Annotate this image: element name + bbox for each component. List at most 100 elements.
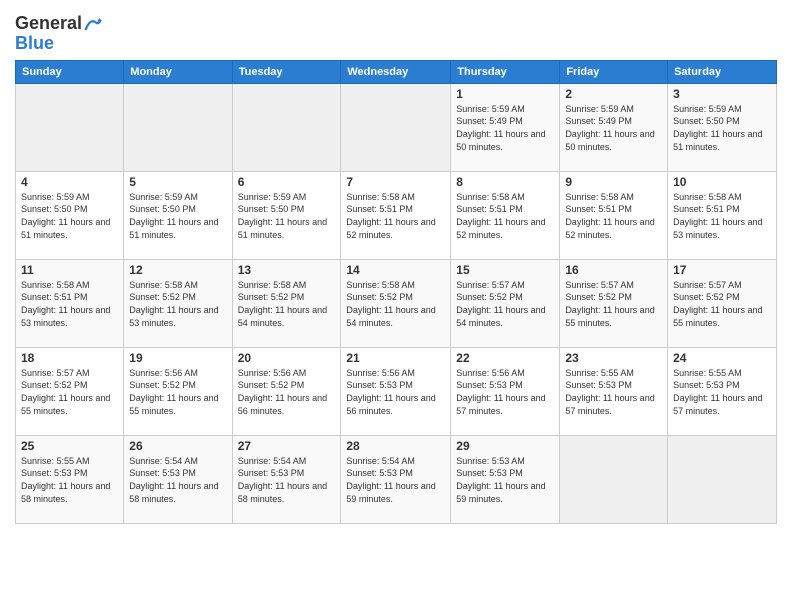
calendar-cell: 12 Sunrise: 5:58 AMSunset: 5:52 PMDayligh… <box>124 259 232 347</box>
calendar-header-wednesday: Wednesday <box>341 60 451 83</box>
calendar-cell: 7 Sunrise: 5:58 AMSunset: 5:51 PMDaylight… <box>341 171 451 259</box>
day-number: 8 <box>456 175 554 189</box>
day-number: 6 <box>238 175 336 189</box>
day-info: Sunrise: 5:59 AMSunset: 5:49 PMDaylight:… <box>456 103 554 153</box>
day-info: Sunrise: 5:55 AMSunset: 5:53 PMDaylight:… <box>565 367 662 417</box>
day-number: 14 <box>346 263 445 277</box>
calendar-cell: 20 Sunrise: 5:56 AMSunset: 5:52 PMDayligh… <box>232 347 341 435</box>
day-number: 27 <box>238 439 336 453</box>
calendar-cell: 27 Sunrise: 5:54 AMSunset: 5:53 PMDayligh… <box>232 435 341 523</box>
day-number: 3 <box>673 87 771 101</box>
day-info: Sunrise: 5:58 AMSunset: 5:51 PMDaylight:… <box>346 191 445 241</box>
day-info: Sunrise: 5:56 AMSunset: 5:52 PMDaylight:… <box>129 367 226 417</box>
day-info: Sunrise: 5:59 AMSunset: 5:50 PMDaylight:… <box>21 191 118 241</box>
day-info: Sunrise: 5:54 AMSunset: 5:53 PMDaylight:… <box>238 455 336 505</box>
day-info: Sunrise: 5:58 AMSunset: 5:51 PMDaylight:… <box>21 279 118 329</box>
calendar-header-friday: Friday <box>560 60 668 83</box>
logo-icon <box>84 15 102 33</box>
header: General Blue <box>15 10 777 54</box>
day-info: Sunrise: 5:53 AMSunset: 5:53 PMDaylight:… <box>456 455 554 505</box>
day-number: 24 <box>673 351 771 365</box>
logo: General Blue <box>15 14 102 54</box>
day-number: 12 <box>129 263 226 277</box>
calendar-cell: 3Sunrise: 5:59 AMSunset: 5:50 PMDaylight… <box>668 83 777 171</box>
day-info: Sunrise: 5:58 AMSunset: 5:51 PMDaylight:… <box>673 191 771 241</box>
day-info: Sunrise: 5:58 AMSunset: 5:51 PMDaylight:… <box>456 191 554 241</box>
day-number: 18 <box>21 351 118 365</box>
calendar-header-row: SundayMondayTuesdayWednesdayThursdayFrid… <box>16 60 777 83</box>
calendar-cell: 25Sunrise: 5:55 AMSunset: 5:53 PMDayligh… <box>16 435 124 523</box>
calendar-week-0: 1 Sunrise: 5:59 AMSunset: 5:49 PMDaylight… <box>16 83 777 171</box>
logo-text-general: General <box>15 14 82 34</box>
calendar-week-4: 25Sunrise: 5:55 AMSunset: 5:53 PMDayligh… <box>16 435 777 523</box>
calendar-cell: 16 Sunrise: 5:57 AMSunset: 5:52 PMDayligh… <box>560 259 668 347</box>
day-number: 21 <box>346 351 445 365</box>
day-info: Sunrise: 5:54 AMSunset: 5:53 PMDaylight:… <box>129 455 226 505</box>
day-info: Sunrise: 5:56 AMSunset: 5:53 PMDaylight:… <box>346 367 445 417</box>
calendar-cell <box>341 83 451 171</box>
day-number: 22 <box>456 351 554 365</box>
day-number: 10 <box>673 175 771 189</box>
day-info: Sunrise: 5:58 AMSunset: 5:51 PMDaylight:… <box>565 191 662 241</box>
calendar-cell: 24Sunrise: 5:55 AMSunset: 5:53 PMDayligh… <box>668 347 777 435</box>
calendar-cell: 21 Sunrise: 5:56 AMSunset: 5:53 PMDayligh… <box>341 347 451 435</box>
day-info: Sunrise: 5:56 AMSunset: 5:52 PMDaylight:… <box>238 367 336 417</box>
day-number: 16 <box>565 263 662 277</box>
day-info: Sunrise: 5:58 AMSunset: 5:52 PMDaylight:… <box>346 279 445 329</box>
calendar-week-2: 11 Sunrise: 5:58 AMSunset: 5:51 PMDayligh… <box>16 259 777 347</box>
day-number: 4 <box>21 175 118 189</box>
calendar-cell: 1 Sunrise: 5:59 AMSunset: 5:49 PMDaylight… <box>451 83 560 171</box>
calendar-cell: 18 Sunrise: 5:57 AMSunset: 5:52 PMDayligh… <box>16 347 124 435</box>
calendar-cell <box>124 83 232 171</box>
day-number: 15 <box>456 263 554 277</box>
calendar-week-1: 4 Sunrise: 5:59 AMSunset: 5:50 PMDaylight… <box>16 171 777 259</box>
day-info: Sunrise: 5:59 AMSunset: 5:50 PMDaylight:… <box>129 191 226 241</box>
day-number: 11 <box>21 263 118 277</box>
calendar-cell: 17 Sunrise: 5:57 AMSunset: 5:52 PMDayligh… <box>668 259 777 347</box>
day-number: 9 <box>565 175 662 189</box>
calendar-header-saturday: Saturday <box>668 60 777 83</box>
day-info: Sunrise: 5:56 AMSunset: 5:53 PMDaylight:… <box>456 367 554 417</box>
day-info: Sunrise: 5:57 AMSunset: 5:52 PMDaylight:… <box>21 367 118 417</box>
day-info: Sunrise: 5:58 AMSunset: 5:52 PMDaylight:… <box>238 279 336 329</box>
calendar-cell: 5 Sunrise: 5:59 AMSunset: 5:50 PMDaylight… <box>124 171 232 259</box>
day-info: Sunrise: 5:57 AMSunset: 5:52 PMDaylight:… <box>565 279 662 329</box>
day-info: Sunrise: 5:54 AMSunset: 5:53 PMDaylight:… <box>346 455 445 505</box>
page: General Blue SundayMondayTuesdayWednesda… <box>0 0 792 612</box>
calendar-cell: 11 Sunrise: 5:58 AMSunset: 5:51 PMDayligh… <box>16 259 124 347</box>
calendar-header-tuesday: Tuesday <box>232 60 341 83</box>
day-number: 29 <box>456 439 554 453</box>
calendar-header-sunday: Sunday <box>16 60 124 83</box>
day-number: 28 <box>346 439 445 453</box>
calendar-week-3: 18 Sunrise: 5:57 AMSunset: 5:52 PMDayligh… <box>16 347 777 435</box>
calendar-cell: 15 Sunrise: 5:57 AMSunset: 5:52 PMDayligh… <box>451 259 560 347</box>
day-info: Sunrise: 5:59 AMSunset: 5:49 PMDaylight:… <box>565 103 662 153</box>
day-info: Sunrise: 5:58 AMSunset: 5:52 PMDaylight:… <box>129 279 226 329</box>
day-number: 19 <box>129 351 226 365</box>
day-number: 7 <box>346 175 445 189</box>
calendar-cell: 23 Sunrise: 5:55 AMSunset: 5:53 PMDayligh… <box>560 347 668 435</box>
day-number: 13 <box>238 263 336 277</box>
calendar-cell: 26Sunrise: 5:54 AMSunset: 5:53 PMDayligh… <box>124 435 232 523</box>
day-info: Sunrise: 5:57 AMSunset: 5:52 PMDaylight:… <box>456 279 554 329</box>
calendar-cell: 13 Sunrise: 5:58 AMSunset: 5:52 PMDayligh… <box>232 259 341 347</box>
calendar-cell <box>16 83 124 171</box>
calendar-cell: 28 Sunrise: 5:54 AMSunset: 5:53 PMDayligh… <box>341 435 451 523</box>
calendar-header-monday: Monday <box>124 60 232 83</box>
calendar-cell: 2 Sunrise: 5:59 AMSunset: 5:49 PMDaylight… <box>560 83 668 171</box>
calendar-cell <box>668 435 777 523</box>
calendar-cell: 19 Sunrise: 5:56 AMSunset: 5:52 PMDayligh… <box>124 347 232 435</box>
day-number: 17 <box>673 263 771 277</box>
day-info: Sunrise: 5:57 AMSunset: 5:52 PMDaylight:… <box>673 279 771 329</box>
calendar-cell: 22 Sunrise: 5:56 AMSunset: 5:53 PMDayligh… <box>451 347 560 435</box>
day-number: 23 <box>565 351 662 365</box>
day-number: 1 <box>456 87 554 101</box>
calendar-cell: 29 Sunrise: 5:53 AMSunset: 5:53 PMDayligh… <box>451 435 560 523</box>
day-number: 5 <box>129 175 226 189</box>
day-number: 20 <box>238 351 336 365</box>
calendar-cell <box>560 435 668 523</box>
calendar-header-thursday: Thursday <box>451 60 560 83</box>
logo-text-blue: Blue <box>15 33 54 53</box>
day-number: 2 <box>565 87 662 101</box>
calendar-cell <box>232 83 341 171</box>
